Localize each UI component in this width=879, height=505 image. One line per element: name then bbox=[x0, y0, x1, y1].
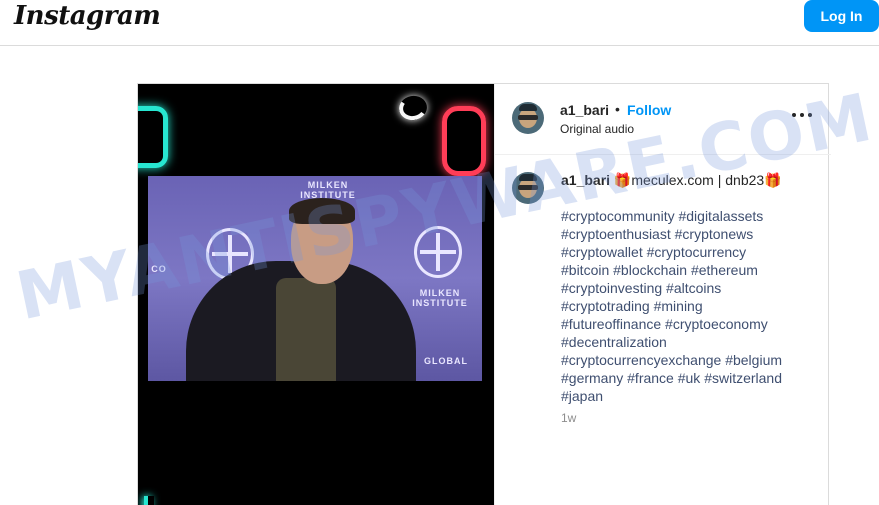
caption-header: a1_bari 🎁meculex.com | dnb23🎁 bbox=[561, 172, 782, 189]
hashtag-line[interactable]: #decentralization bbox=[561, 333, 811, 351]
post-header: a1_bari • Follow Original audio bbox=[495, 84, 831, 155]
caption-avatar[interactable] bbox=[512, 172, 544, 204]
instagram-logo[interactable]: Instagram bbox=[14, 1, 161, 31]
post-timestamp[interactable]: 1w bbox=[561, 411, 576, 425]
hashtag-line[interactable]: #bitcoin #blockchain #ethereum bbox=[561, 261, 811, 279]
top-bar: Instagram Log In bbox=[0, 0, 879, 46]
separator-dot: • bbox=[615, 101, 620, 117]
caption-username[interactable]: a1_bari bbox=[561, 172, 610, 188]
post-video[interactable]: MILKEN INSTITUTE MILKEN INSTITUTE MILKEN… bbox=[138, 84, 494, 505]
speaker-hair bbox=[289, 198, 355, 224]
video-text-top: MILKEN INSTITUTE bbox=[300, 180, 356, 200]
neon-decoration-bottom bbox=[144, 496, 154, 505]
neon-phone-icon bbox=[397, 93, 429, 123]
hashtag-line[interactable]: #germany #france #uk #switzerland bbox=[561, 369, 811, 387]
hashtag-line[interactable]: #cryptoinvesting #altcoins bbox=[561, 279, 811, 297]
hashtag-line[interactable]: #japan bbox=[561, 387, 811, 405]
hashtag-line[interactable]: #cryptocommunity #digitalassets bbox=[561, 207, 811, 225]
more-options-icon[interactable] bbox=[792, 107, 812, 123]
login-button[interactable]: Log In bbox=[804, 0, 879, 32]
hashtag-line[interactable]: #futureoffinance #cryptoeconomy bbox=[561, 315, 811, 333]
neon-decoration-left bbox=[138, 106, 168, 168]
author-username[interactable]: a1_bari bbox=[560, 102, 609, 118]
original-audio-link[interactable]: Original audio bbox=[560, 122, 634, 136]
author-avatar[interactable] bbox=[512, 102, 544, 134]
video-text-edge: CO bbox=[151, 264, 167, 274]
neon-decoration-right bbox=[442, 106, 486, 176]
post-sidebar: a1_bari • Follow Original audio a1_bari … bbox=[494, 84, 831, 505]
video-text-bottom: GLOBAL bbox=[424, 356, 468, 366]
hashtag-line[interactable]: #cryptoenthusiast #cryptonews bbox=[561, 225, 811, 243]
hashtag-line[interactable]: #cryptowallet #cryptocurrency bbox=[561, 243, 811, 261]
video-frame: MILKEN INSTITUTE MILKEN INSTITUTE MILKEN… bbox=[148, 176, 482, 381]
institute-logo-right bbox=[414, 226, 462, 278]
caption-hashtags: #cryptocommunity #digitalassets #cryptoe… bbox=[561, 207, 811, 405]
follow-button[interactable]: Follow bbox=[627, 102, 671, 118]
caption-text: 🎁meculex.com | dnb23🎁 bbox=[610, 172, 782, 188]
hashtag-line[interactable]: #cryptocurrencyexchange #belgium bbox=[561, 351, 811, 369]
speaker-shirt bbox=[276, 278, 336, 381]
post-card: MILKEN INSTITUTE MILKEN INSTITUTE MILKEN… bbox=[137, 83, 831, 505]
hashtag-line[interactable]: #cryptotrading #mining bbox=[561, 297, 811, 315]
video-text-right: MILKEN INSTITUTE bbox=[412, 288, 468, 308]
